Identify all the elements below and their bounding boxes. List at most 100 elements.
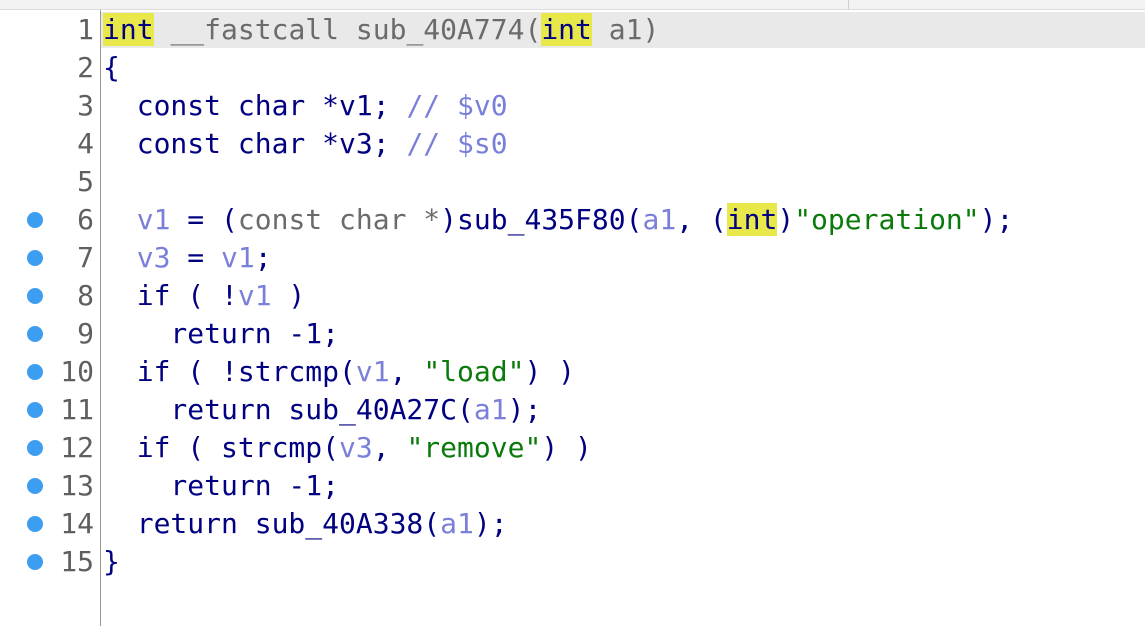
code-line[interactable]: 12 if ( strcmp(v3, "remove") ) [0, 429, 1145, 467]
code-token: // $s0 [406, 127, 508, 160]
line-number: 2 [77, 51, 94, 84]
line-number: 10 [60, 355, 94, 388]
breakpoint-dot-icon[interactable] [27, 212, 43, 228]
breakpoint-dot-icon[interactable] [27, 440, 43, 456]
code-token: ) [271, 279, 306, 312]
code-line[interactable]: 10 if ( !strcmp(v1, "load") ) [0, 353, 1145, 391]
code-line[interactable]: 2{ [0, 49, 1145, 87]
code-token: ) ) [524, 355, 576, 388]
line-number: 15 [60, 545, 94, 578]
code-token: a1 [642, 203, 677, 236]
tab-divider [848, 0, 849, 9]
code-text[interactable]: return sub_40A338(a1); [103, 505, 508, 543]
code-line[interactable]: 11 return sub_40A27C(a1); [0, 391, 1145, 429]
line-number: 8 [77, 279, 94, 312]
code-token: v1 [136, 203, 171, 236]
code-line[interactable]: 14 return sub_40A338(a1); [0, 505, 1145, 543]
code-text[interactable]: v1 = (const char *)sub_435F80(a1, (int)"… [103, 201, 1013, 239]
code-text[interactable]: } [103, 543, 120, 581]
code-text[interactable]: const char *v1; // $v0 [103, 87, 508, 125]
code-line[interactable]: 7 v3 = v1; [0, 239, 1145, 277]
breakpoint-dot-icon[interactable] [27, 516, 43, 532]
breakpoint-dot-icon[interactable] [27, 478, 43, 494]
code-token: "load" [423, 355, 525, 388]
code-text[interactable]: { [103, 49, 120, 87]
code-token: int [541, 13, 592, 46]
code-line[interactable]: 3 const char *v1; // $v0 [0, 87, 1145, 125]
code-token: ( [524, 13, 542, 46]
line-number: 14 [60, 507, 94, 540]
code-token: sub_40A774 [355, 13, 525, 46]
line-number: 11 [60, 393, 94, 426]
code-token: ); [473, 507, 508, 540]
code-token: ; [254, 241, 272, 274]
code-token: "remove" [406, 431, 542, 464]
code-token: v3 [136, 241, 171, 274]
code-token: = ( [170, 203, 238, 236]
code-line[interactable]: 6 v1 = (const char *)sub_435F80(a1, (int… [0, 201, 1145, 239]
code-line[interactable]: 9 return -1; [0, 315, 1145, 353]
line-number: 7 [77, 241, 94, 274]
code-token: a1 [473, 393, 508, 426]
line-number: 3 [77, 89, 94, 122]
breakpoint-dot-icon[interactable] [27, 326, 43, 342]
line-number: 5 [77, 165, 94, 198]
code-text[interactable]: int __fastcall sub_40A774(int a1) [103, 11, 659, 49]
code-token: } [103, 545, 120, 578]
pseudocode-editor[interactable]: 1 int __fastcall sub_40A774(int a1) 2{3 co… [0, 10, 1145, 626]
code-token: if ( !strcmp( [103, 355, 356, 388]
code-text[interactable]: if ( !strcmp(v1, "load") ) [103, 353, 575, 391]
code-text[interactable]: v3 = v1; [103, 239, 272, 277]
line-number: 4 [77, 127, 94, 160]
code-token: const char *v3; [103, 127, 407, 160]
code-token: __fastcall [170, 13, 340, 46]
code-token: "operation" [794, 203, 980, 236]
code-token: ) ) [541, 431, 592, 464]
breakpoint-dot-icon[interactable] [27, 288, 43, 304]
code-token: = [170, 241, 222, 274]
code-line[interactable]: 4 const char *v3; // $s0 [0, 125, 1145, 163]
breakpoint-dot-icon[interactable] [27, 402, 43, 418]
code-token: return -1; [103, 469, 340, 502]
code-text[interactable]: const char *v3; // $s0 [103, 125, 508, 163]
tab-strip [0, 0, 1145, 10]
breakpoint-dot-icon[interactable] [27, 554, 43, 570]
code-token: int [103, 13, 154, 46]
code-token: return sub_40A27C( [103, 393, 474, 426]
code-line[interactable]: 5 [0, 163, 1145, 201]
line-number: 9 [77, 317, 94, 350]
line-number: 6 [77, 203, 94, 236]
code-text[interactable]: if ( strcmp(v3, "remove") ) [103, 429, 592, 467]
code-text[interactable]: return sub_40A27C(a1); [103, 391, 541, 429]
code-token: // $v0 [406, 89, 508, 122]
line-number: 1 [77, 13, 94, 46]
code-line[interactable]: 15} [0, 543, 1145, 581]
code-token: v1 [237, 279, 272, 312]
code-text[interactable]: return -1; [103, 315, 339, 353]
code-token: , ( [676, 203, 727, 236]
code-token: v1 [355, 355, 390, 388]
code-token: { [103, 51, 120, 84]
code-token: a1) [591, 13, 660, 46]
code-token: if ( ! [103, 279, 238, 312]
code-token: const char *v1; [103, 89, 407, 122]
code-text[interactable]: if ( !v1 ) [103, 277, 306, 315]
code-token: if ( strcmp( [103, 431, 340, 464]
code-token: a1 [440, 507, 474, 540]
code-line[interactable]: 13 return -1; [0, 467, 1145, 505]
code-token: v1 [221, 241, 255, 274]
breakpoint-dot-icon[interactable] [27, 364, 43, 380]
code-line[interactable]: 1 int __fastcall sub_40A774(int a1) [0, 11, 1145, 49]
code-token: const char * [237, 203, 441, 236]
code-token: , [372, 431, 407, 464]
code-token: )sub_435F80( [440, 203, 643, 236]
code-token: , [389, 355, 424, 388]
code-line[interactable]: 8 if ( !v1 ) [0, 277, 1145, 315]
code-token: int [726, 203, 778, 236]
code-text[interactable]: return -1; [103, 467, 339, 505]
breakpoint-dot-icon[interactable] [27, 250, 43, 266]
